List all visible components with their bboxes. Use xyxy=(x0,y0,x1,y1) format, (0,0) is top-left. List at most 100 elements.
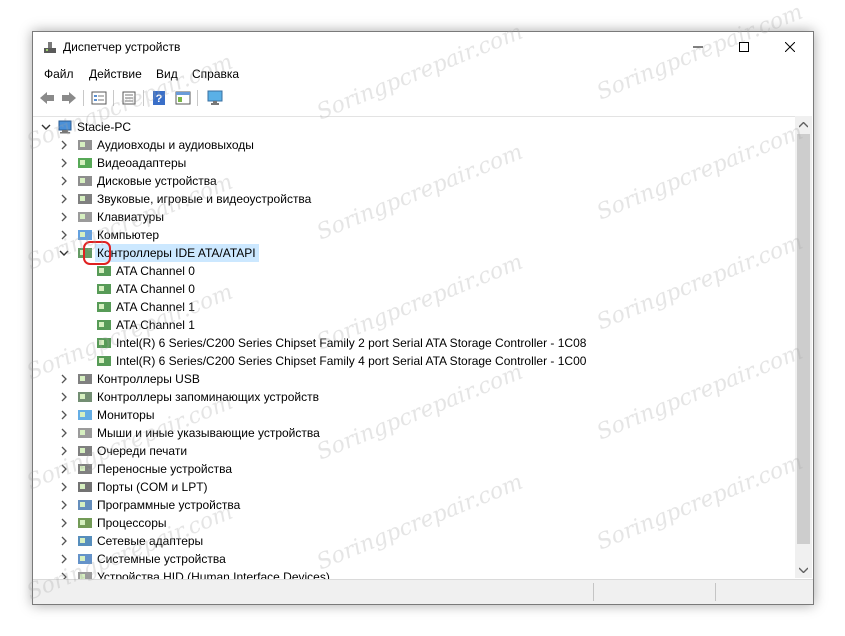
port-icon xyxy=(77,478,93,496)
tree-category[interactable]: Видеоадаптеры xyxy=(33,154,773,172)
chevron-right-icon[interactable] xyxy=(59,370,69,388)
svg-text:?: ? xyxy=(156,93,163,105)
chevron-right-icon[interactable] xyxy=(59,568,69,579)
monitor-scan-icon[interactable] xyxy=(205,88,225,108)
tree-device[interactable]: Intel(R) 6 Series/C200 Series Chipset Fa… xyxy=(33,352,773,370)
chevron-right-icon[interactable] xyxy=(59,136,69,154)
tree-category[interactable]: Компьютер xyxy=(33,226,773,244)
chevron-down-icon[interactable] xyxy=(59,244,69,262)
tree-category[interactable]: Очереди печати xyxy=(33,442,773,460)
chevron-right-icon[interactable] xyxy=(59,154,69,172)
scroll-down-icon[interactable] xyxy=(795,561,812,578)
menu-action[interactable]: Действие xyxy=(89,67,142,81)
chevron-right-icon[interactable] xyxy=(59,190,69,208)
tree-category[interactable]: Контроллеры IDE ATA/ATAPI xyxy=(33,244,773,262)
tree-category[interactable]: Звуковые, игровые и видеоустройства xyxy=(33,190,773,208)
toolbar: ? xyxy=(33,88,813,110)
software-device-icon xyxy=(77,496,93,514)
chevron-right-icon[interactable] xyxy=(59,424,69,442)
ide-channel-icon xyxy=(96,316,112,334)
chevron-right-icon[interactable] xyxy=(59,406,69,424)
back-icon[interactable] xyxy=(37,88,57,108)
chevron-right-icon[interactable] xyxy=(59,532,69,550)
close-button[interactable] xyxy=(767,32,813,62)
tree-device[interactable]: ATA Channel 0 xyxy=(33,262,773,280)
chevron-right-icon[interactable] xyxy=(59,442,69,460)
tree-category-label: Звуковые, игровые и видеоустройства xyxy=(97,192,312,206)
menu-file[interactable]: Файл xyxy=(44,67,74,81)
tree-category-label: Мониторы xyxy=(97,408,155,422)
minimize-button[interactable] xyxy=(675,32,721,62)
usb-icon xyxy=(77,370,93,388)
chevron-right-icon[interactable] xyxy=(59,460,69,478)
tree-category[interactable]: Системные устройства xyxy=(33,550,773,568)
status-bar xyxy=(33,579,813,604)
chevron-right-icon[interactable] xyxy=(59,550,69,568)
chevron-right-icon[interactable] xyxy=(59,172,69,190)
tree-root[interactable]: Stacie-PC xyxy=(33,118,773,136)
chevron-right-icon[interactable] xyxy=(59,388,69,406)
chevron-right-icon[interactable] xyxy=(59,226,69,244)
ide-channel-icon xyxy=(96,334,112,352)
tree-category[interactable]: Контроллеры USB xyxy=(33,370,773,388)
menu-help[interactable]: Справка xyxy=(192,67,239,81)
tree-device[interactable]: ATA Channel 1 xyxy=(33,298,773,316)
tree-device[interactable]: ATA Channel 1 xyxy=(33,316,773,334)
tree-category[interactable]: Контроллеры запоминающих устройств xyxy=(33,388,773,406)
tree-category-label: Сетевые адаптеры xyxy=(97,534,204,548)
sound-icon xyxy=(77,190,93,208)
chevron-right-icon[interactable] xyxy=(59,514,69,532)
tree-category[interactable]: Клавиатуры xyxy=(33,208,773,226)
forward-icon[interactable] xyxy=(59,88,79,108)
tree-category[interactable]: Мониторы xyxy=(33,406,773,424)
tree-category[interactable]: Процессоры xyxy=(33,514,773,532)
properties-icon[interactable] xyxy=(89,88,109,108)
tree-category-label: Аудиовходы и аудиовыходы xyxy=(97,138,254,152)
ide-channel-icon xyxy=(96,280,112,298)
tree-category[interactable]: Порты (COM и LPT) xyxy=(33,478,773,496)
tree-category-label: Процессоры xyxy=(97,516,167,530)
tree-device-label: Intel(R) 6 Series/C200 Series Chipset Fa… xyxy=(116,336,587,350)
chevron-down-icon[interactable] xyxy=(41,118,51,136)
list-icon[interactable] xyxy=(119,88,139,108)
chevron-right-icon[interactable] xyxy=(59,496,69,514)
tree-root-label: Stacie-PC xyxy=(77,120,132,134)
printer-icon xyxy=(77,442,93,460)
highlight-ring xyxy=(83,241,111,265)
tree-category[interactable]: Устройства HID (Human Interface Devices) xyxy=(33,568,773,579)
tree-category[interactable]: Мыши и иные указывающие устройства xyxy=(33,424,773,442)
chevron-right-icon[interactable] xyxy=(59,478,69,496)
tree-device-label: ATA Channel 1 xyxy=(116,318,195,332)
tree-category-label: Мыши и иные указывающие устройства xyxy=(97,426,320,440)
tree-device[interactable]: Intel(R) 6 Series/C200 Series Chipset Fa… xyxy=(33,334,773,352)
help-icon[interactable]: ? xyxy=(149,88,169,108)
tree-category[interactable]: Сетевые адаптеры xyxy=(33,532,773,550)
display-adapter-icon xyxy=(77,154,93,172)
tree-category[interactable]: Дисковые устройства xyxy=(33,172,773,190)
portable-device-icon xyxy=(77,460,93,478)
keyboard-icon xyxy=(77,208,93,226)
tree-category[interactable]: Программные устройства xyxy=(33,496,773,514)
tree-category-label: Порты (COM и LPT) xyxy=(97,480,208,494)
tree-category-label: Клавиатуры xyxy=(97,210,164,224)
tree-device-label: ATA Channel 0 xyxy=(116,264,195,278)
tree-category[interactable]: Аудиовходы и аудиовыходы xyxy=(33,136,773,154)
update-driver-icon[interactable] xyxy=(173,88,193,108)
maximize-button[interactable] xyxy=(721,32,767,62)
window-title: Диспетчер устройств xyxy=(63,40,181,54)
scroll-thumb[interactable] xyxy=(797,134,810,544)
ide-channel-icon xyxy=(96,298,112,316)
speaker-icon xyxy=(77,136,93,154)
system-device-icon xyxy=(77,550,93,568)
tree-category-label: Контроллеры USB xyxy=(97,372,200,386)
tree-device[interactable]: ATA Channel 0 xyxy=(33,280,773,298)
tree-category-label: Видеоадаптеры xyxy=(97,156,187,170)
menu-view[interactable]: Вид xyxy=(156,67,178,81)
tree-category-label: Системные устройства xyxy=(97,552,226,566)
tree-category[interactable]: Переносные устройства xyxy=(33,460,773,478)
tree-category-label: Контроллеры IDE ATA/ATAPI xyxy=(97,246,256,260)
vertical-scrollbar[interactable] xyxy=(795,116,812,578)
network-adapter-icon xyxy=(77,532,93,550)
chevron-right-icon[interactable] xyxy=(59,208,69,226)
scroll-up-icon[interactable] xyxy=(795,116,812,133)
